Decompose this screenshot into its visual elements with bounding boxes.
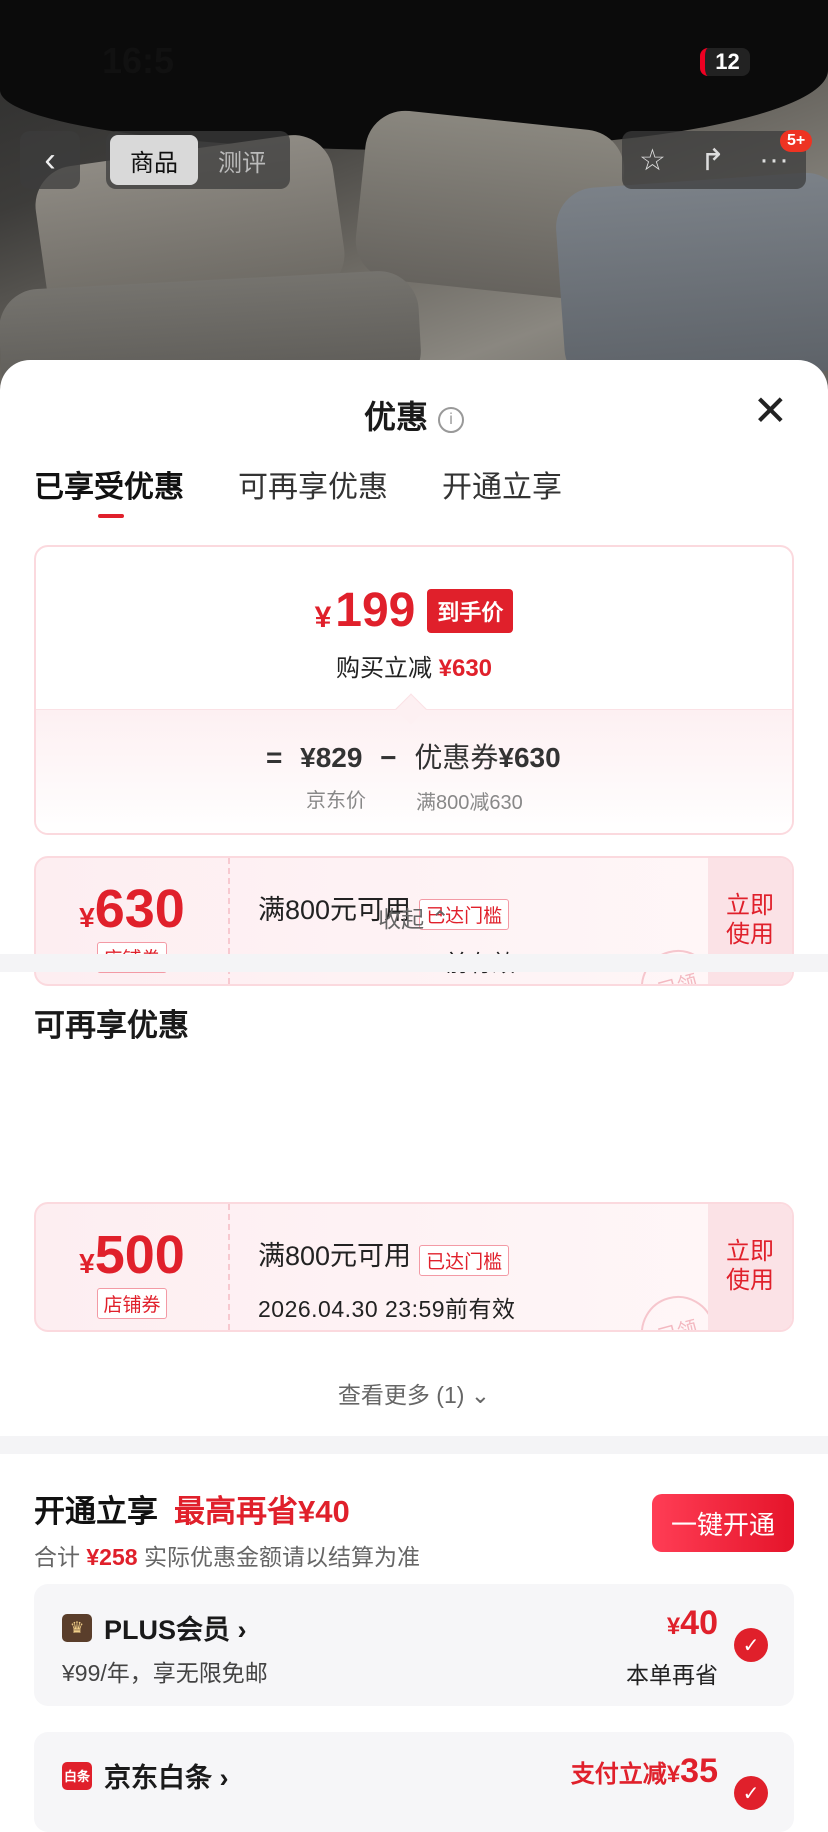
reduce-line: 购买立减 ¥630: [335, 655, 493, 682]
final-price: 199: [335, 584, 416, 637]
use-now-button[interactable]: 立即 使用: [708, 1204, 792, 1330]
close-icon[interactable]: ✕: [753, 390, 788, 432]
coupon-type: 店铺券: [97, 1288, 167, 1319]
more-section-title: 可再享优惠: [34, 1008, 189, 1043]
final-price-tag: 到手价: [427, 588, 514, 633]
crown-icon: ♛: [62, 1613, 92, 1642]
top-tabs: 商品 测评: [106, 131, 290, 189]
tab-product[interactable]: 商品: [110, 135, 198, 185]
jd-baitiao-card[interactable]: 白条 京东白条 › 支付立减¥35 ✓: [34, 1732, 794, 1832]
plus-member-desc: ¥99/年，享无限免邮: [62, 1660, 268, 1686]
coupon-reach-badge: 已达门槛: [419, 1245, 510, 1277]
open-section-title: 开通立享 最高再省¥40: [34, 1494, 350, 1529]
tab-review[interactable]: 测评: [198, 135, 286, 185]
baitiao-icon: 白条: [62, 1761, 92, 1790]
share-icon[interactable]: ↱: [700, 143, 725, 178]
coupon-amount: 500: [94, 1225, 185, 1285]
sheet-title: 优惠 i: [0, 392, 828, 438]
baitiao-save: 支付立减¥35: [570, 1752, 718, 1790]
open-highlight: 最高再省¥40: [174, 1494, 350, 1529]
coupon-condition: 满800元可用: [258, 1241, 412, 1271]
back-button[interactable]: ‹: [20, 131, 80, 189]
collapse-toggle[interactable]: 收起 ⌃: [0, 900, 828, 934]
view-more-toggle[interactable]: 查看更多 (1) ⌄: [0, 1376, 828, 1410]
coupon-card-more: ¥500 店铺券 满800元可用 已达门槛 2026.04.30 23:59前有效…: [34, 1202, 794, 1332]
battery-icon: 12: [700, 48, 750, 76]
star-icon[interactable]: ☆: [639, 143, 666, 178]
section-divider: [0, 954, 828, 972]
plus-save-amount: ¥40: [666, 1604, 718, 1642]
tab-more[interactable]: 可再享优惠: [238, 462, 388, 506]
chevron-left-icon: ‹: [44, 140, 56, 179]
jd-price-label: 京东价: [306, 790, 366, 812]
status-time: 16:5: [102, 40, 175, 81]
message-badge: 5+: [780, 130, 813, 152]
price-equation: = ¥829 − 优惠券¥630: [266, 742, 561, 773]
check-icon[interactable]: ✓: [734, 1776, 768, 1810]
section-divider: [0, 1436, 828, 1454]
coupon-rule: 满800减630: [416, 792, 523, 814]
plus-save-label: 本单再省: [626, 1662, 718, 1688]
price-yen: ¥: [314, 600, 332, 634]
open-summary: 合计 ¥258 实际优惠金额请以结算为准: [34, 1544, 420, 1570]
one-click-open-button[interactable]: 一键开通: [652, 1494, 794, 1552]
info-icon[interactable]: i: [438, 406, 464, 433]
top-tools: ☆ ↱ ···: [622, 131, 806, 189]
coupon-expiry: 2026.04.30 23:59前有效: [258, 1296, 516, 1323]
check-icon[interactable]: ✓: [734, 1628, 768, 1662]
price-summary-card: ¥ 199 到手价 购买立减 ¥630 = ¥829 − 优惠券¥630 京东价…: [34, 545, 794, 835]
tab-open[interactable]: 开通立享: [442, 462, 562, 506]
plus-member-card[interactable]: ♛ PLUS会员 › ¥99/年，享无限免邮 ¥40 本单再省 ✓: [34, 1584, 794, 1706]
tab-enjoyed[interactable]: 已享受优惠: [34, 462, 184, 518]
discount-sheet: 优惠 i ✕ 已享受优惠 可再享优惠 开通立享 ¥ 199 到手价 购买立减 ¥6…: [0, 360, 828, 1796]
sheet-tabs: 已享受优惠 可再享优惠 开通立享: [34, 462, 562, 518]
